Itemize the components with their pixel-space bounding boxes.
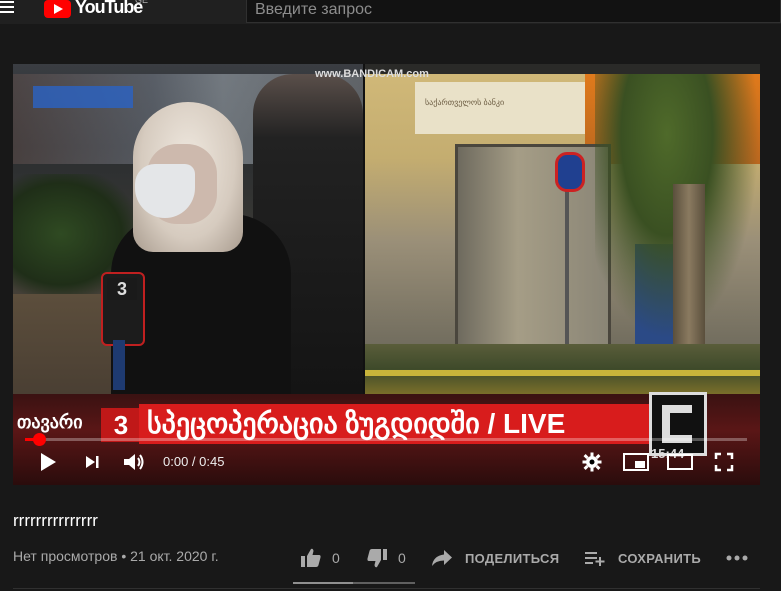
video-player[interactable]: 3 საქართველოს ბანკი www.BANDICAM.com თავ… — [13, 64, 760, 485]
upload-date: 21 окт. 2020 г. — [130, 548, 219, 564]
sentiment-bar-fill — [293, 582, 353, 584]
video-title: rrrrrrrrrrrrrrr — [13, 511, 98, 530]
save-label: СОХРАНИТЬ — [618, 550, 701, 566]
share-label: ПОДЕЛИТЬСЯ — [465, 550, 560, 566]
meta-separator: • — [121, 548, 131, 564]
thumbs-up-icon — [301, 548, 321, 567]
fullscreen-icon — [714, 452, 734, 472]
like-count: 0 — [332, 550, 340, 566]
video-meta: Нет просмотров • 21 окт. 2020 г. — [13, 548, 219, 564]
youtube-logo-text: YouTube — [75, 0, 143, 17]
watermark: www.BANDICAM.com — [315, 68, 429, 80]
share-icon — [432, 550, 452, 566]
settings-button[interactable] — [579, 444, 605, 480]
more-horizontal-icon — [726, 555, 748, 561]
like-button[interactable]: 0 — [300, 543, 340, 573]
video-frame-left: 3 — [13, 64, 363, 394]
top-bar: YouTube GE — [0, 0, 781, 24]
share-button[interactable]: ПОДЕЛИТЬСЯ — [431, 543, 559, 573]
more-actions-button[interactable] — [726, 543, 748, 573]
theater-mode-icon — [667, 454, 693, 470]
search-input[interactable] — [247, 0, 780, 22]
menu-icon[interactable] — [0, 0, 14, 18]
fullscreen-button[interactable] — [709, 444, 739, 480]
volume-button[interactable] — [119, 444, 149, 480]
dislike-button[interactable]: 0 — [366, 543, 406, 573]
divider — [13, 588, 760, 589]
bank-sign-text: საქართველოს ბანკი — [425, 98, 505, 107]
microphone-logo: 3 — [107, 278, 137, 300]
playlist-add-icon — [585, 552, 605, 566]
country-code: GE — [135, 0, 149, 5]
next-icon — [86, 456, 99, 468]
dislike-count: 0 — [398, 550, 406, 566]
youtube-play-icon — [44, 0, 71, 18]
bank-sign — [415, 82, 585, 134]
miniplayer-icon — [623, 453, 649, 471]
street-sign — [33, 86, 133, 108]
play-button[interactable] — [33, 444, 63, 480]
gear-icon — [582, 452, 602, 472]
time-display: 0:00 / 0:45 — [163, 454, 225, 469]
next-button[interactable] — [79, 444, 105, 480]
player-controls: 0:00 / 0:45 — [13, 444, 760, 485]
theater-mode-button[interactable] — [665, 444, 695, 480]
video-frame-right: საქართველოს ბანკი — [363, 64, 760, 394]
no-parking-sign — [555, 152, 585, 192]
volume-icon — [124, 454, 144, 470]
channel-number: 3 — [101, 408, 141, 442]
save-button[interactable]: СОХРАНИТЬ — [584, 543, 701, 573]
search-box[interactable] — [246, 0, 781, 23]
thumbs-down-icon — [367, 549, 387, 568]
miniplayer-button[interactable] — [621, 444, 651, 480]
play-icon — [41, 453, 56, 471]
progress-bar[interactable] — [25, 438, 747, 441]
view-count: Нет просмотров — [13, 548, 118, 564]
